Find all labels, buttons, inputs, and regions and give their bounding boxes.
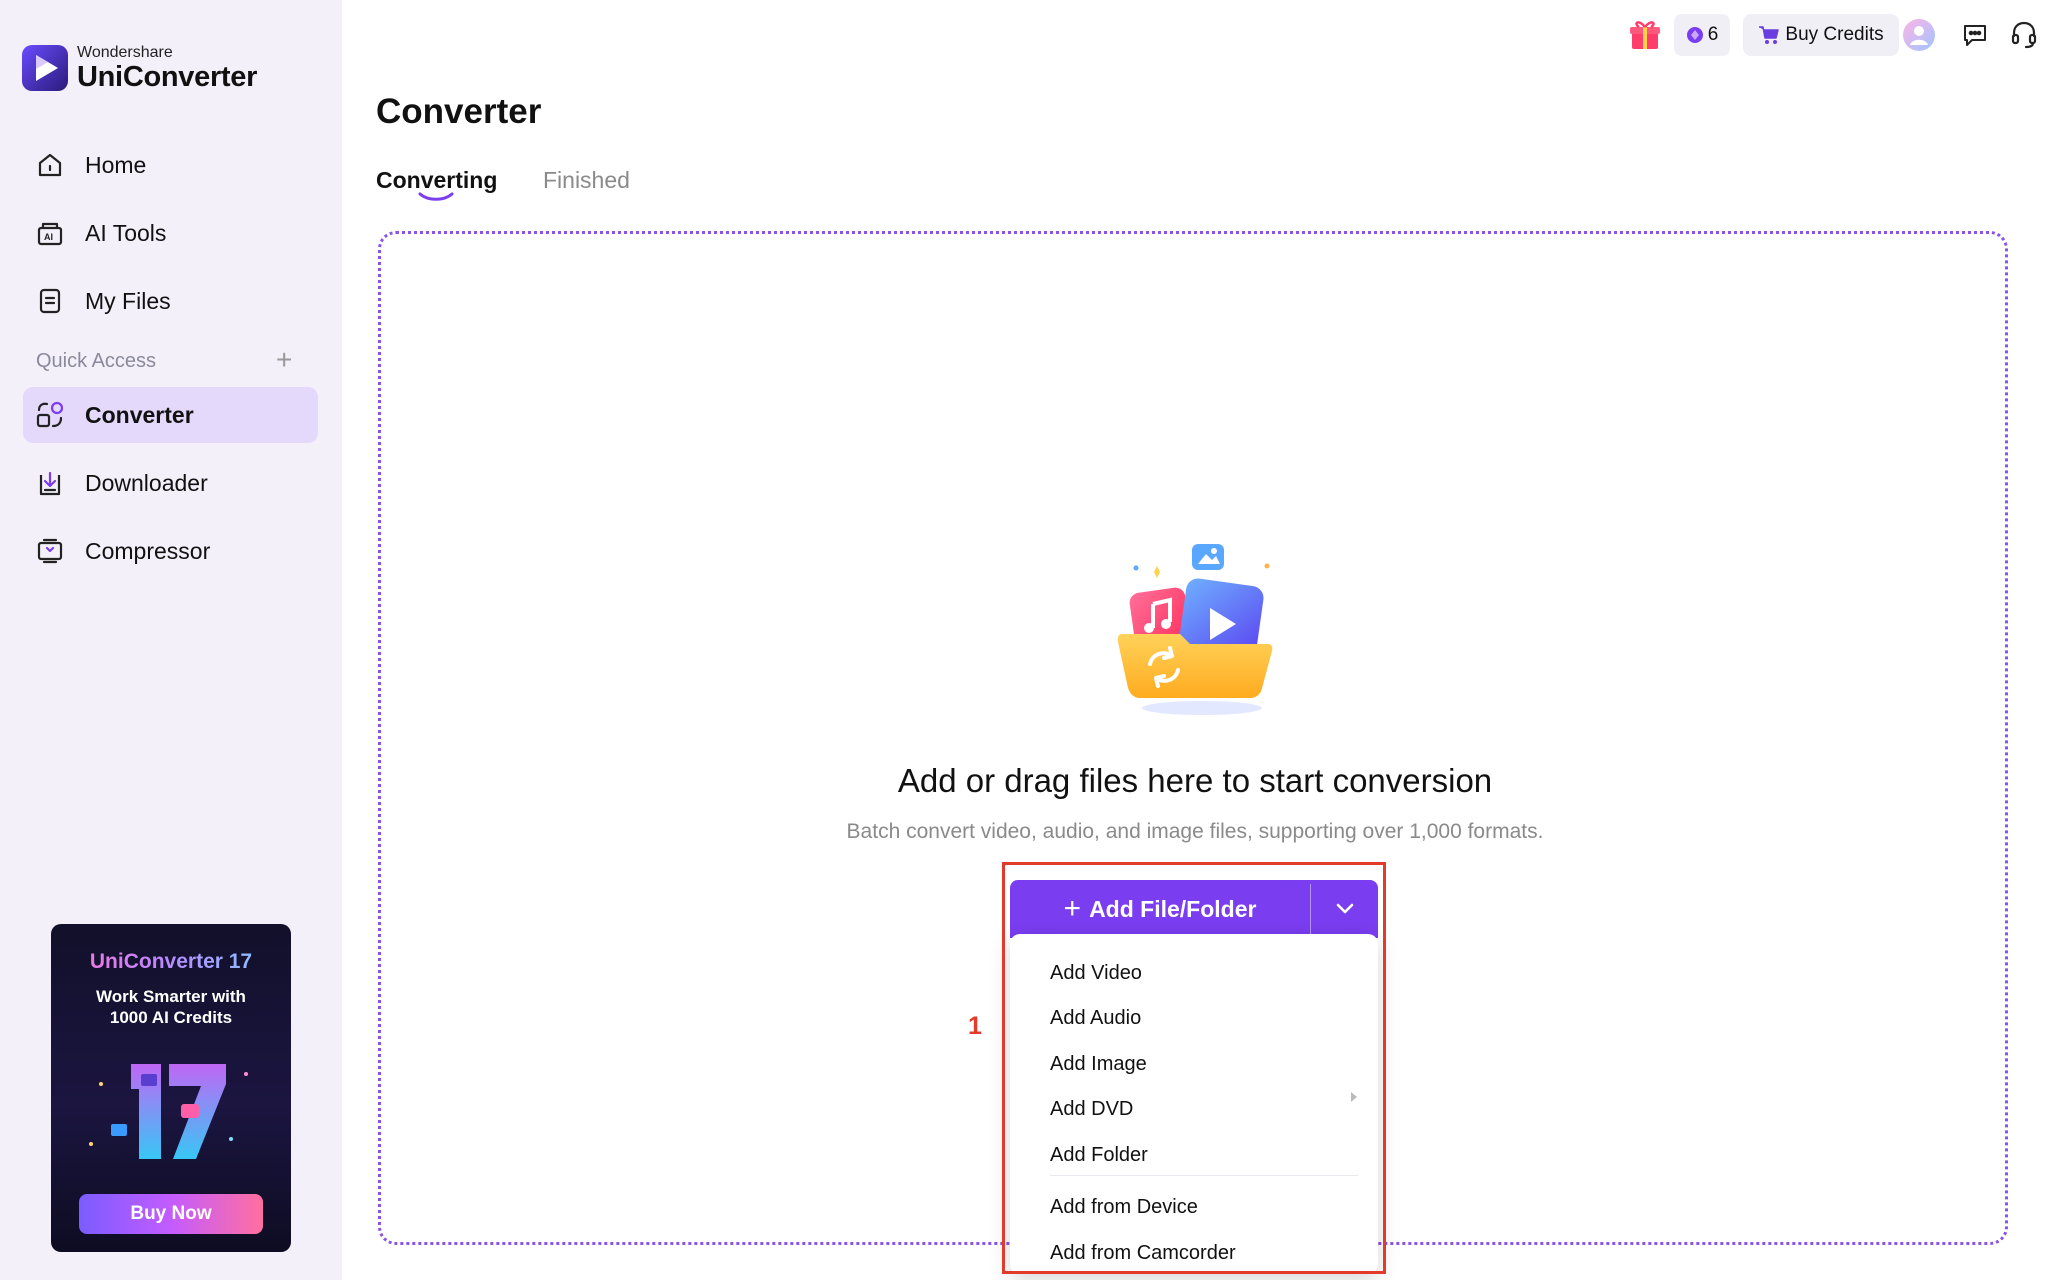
- app-logo[interactable]: Wondershare UniConverter: [22, 44, 257, 92]
- buy-now-button[interactable]: Buy Now: [79, 1194, 263, 1234]
- nav-item-compressor[interactable]: Compressor: [23, 523, 318, 579]
- promo-17-illustration: [89, 1064, 248, 1159]
- svg-text:AI: AI: [44, 232, 53, 242]
- nav-item-downloader[interactable]: Downloader: [23, 455, 318, 511]
- gift-icon[interactable]: [1624, 14, 1666, 56]
- ai-tools-icon: AI: [35, 218, 65, 248]
- credits-count: 6: [1707, 24, 1719, 45]
- buy-credits-label: Buy Credits: [1785, 24, 1884, 45]
- nav-label: Home: [85, 151, 147, 178]
- promo-line-2: 1000 AI Credits: [109, 1008, 233, 1027]
- converter-icon: [35, 400, 65, 430]
- downloader-icon: [35, 468, 65, 498]
- message-icon[interactable]: [1954, 14, 1996, 56]
- folder-media-illustration: [1117, 544, 1273, 715]
- nav-item-home[interactable]: Home: [23, 137, 318, 193]
- avatar[interactable]: [1898, 14, 1940, 56]
- tab-converting[interactable]: Converting: [376, 167, 497, 194]
- promo-card[interactable]: UniConverter 17 Work Smarter with 1000 A…: [51, 924, 291, 1252]
- home-icon: [35, 150, 65, 180]
- promo-subtitle: Work Smarter with 1000 AI Credits: [51, 986, 291, 1028]
- nav-label: Compressor: [85, 537, 211, 564]
- nav-label: Converter: [85, 401, 194, 428]
- logo-product: UniConverter: [77, 61, 258, 93]
- promo-line-1: Work Smarter with: [96, 987, 246, 1006]
- credits-balance[interactable]: 6: [1674, 14, 1730, 56]
- promo-title: UniConverter 17: [51, 950, 291, 974]
- logo-brand: Wondershare: [77, 44, 173, 61]
- page-title: Converter: [376, 92, 542, 131]
- quick-access-label: Quick Access: [36, 350, 157, 372]
- dropzone-subtitle: Batch convert video, audio, and image fi…: [846, 820, 1544, 843]
- files-icon: [35, 286, 65, 316]
- sidebar: Wondershare UniConverter Home AI AI Tool…: [0, 0, 342, 1280]
- credit-coin-icon: [1686, 27, 1703, 43]
- nav-label: Downloader: [85, 469, 208, 496]
- buy-credits-button[interactable]: Buy Credits: [1743, 14, 1899, 56]
- compressor-icon: [35, 536, 65, 566]
- nav-item-converter[interactable]: Converter: [23, 387, 318, 443]
- nav-label: AI Tools: [85, 219, 167, 246]
- nav-item-ai-tools[interactable]: AI AI Tools: [23, 205, 318, 261]
- dropzone-title: Add or drag files here to start conversi…: [897, 762, 1493, 799]
- support-headset-icon[interactable]: [2004, 14, 2044, 56]
- cart-icon: [1759, 26, 1780, 44]
- uniconverter-logo-icon: [22, 45, 68, 91]
- add-quick-access-icon[interactable]: +: [276, 346, 292, 374]
- annotation-number: 1: [968, 1012, 982, 1040]
- nav-item-my-files[interactable]: My Files: [23, 273, 318, 329]
- active-tab-indicator: [418, 192, 454, 201]
- nav-label: My Files: [85, 287, 171, 314]
- annotation-highlight-box: [1002, 862, 1386, 1274]
- tab-finished[interactable]: Finished: [543, 167, 630, 194]
